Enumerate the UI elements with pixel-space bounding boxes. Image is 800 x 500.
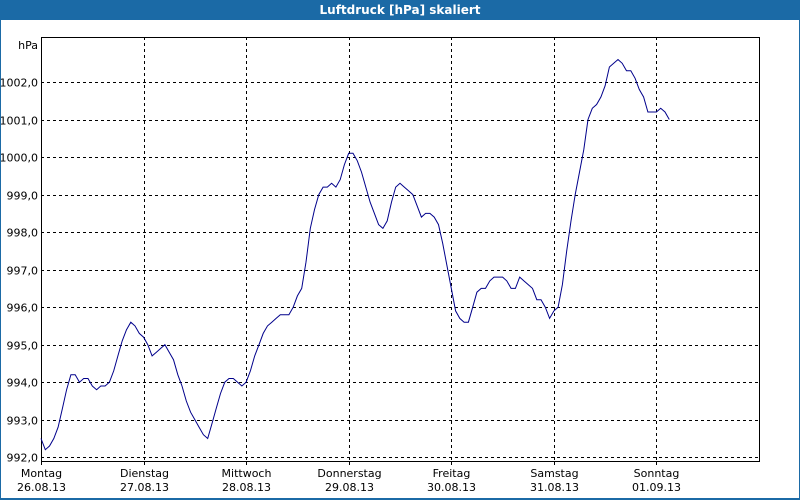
y-axis-ticks: 992,0 993,0 994,0 995,0 996,0 997,0 998,0 999,0… (1, 77, 38, 465)
x-tick-day: Freitag (433, 467, 471, 480)
y-tick-label: 1002,0 (1, 77, 38, 90)
x-tick-day: Samstag (530, 467, 578, 480)
x-tick-date: 29.08.13 (325, 481, 374, 494)
x-tick-date: 30.08.13 (427, 481, 476, 494)
chart-title: Luftdruck [hPa] skaliert (0, 0, 800, 20)
x-tick-day: Mittwoch (222, 467, 272, 480)
x-tick-day: Sonntag (634, 467, 680, 480)
grid-lines (41, 37, 759, 461)
series-group (40, 58, 670, 451)
plot-frame (41, 37, 760, 462)
y-tick-label: 999,0 (7, 190, 39, 203)
x-tick-day: Dienstag (120, 467, 169, 480)
x-tick-date: 28.08.13 (222, 481, 271, 494)
y-tick-label: 995,0 (7, 340, 39, 353)
chart-area: 992,0 993,0 994,0 995,0 996,0 997,0 998,0 999,0… (0, 20, 800, 500)
y-tick-label: 998,0 (7, 227, 39, 240)
x-tick-date: 01.09.13 (632, 481, 681, 494)
line-chart: 992,0 993,0 994,0 995,0 996,0 997,0 998,0 999,0… (1, 37, 760, 494)
y-axis-unit-label: hPa (18, 39, 38, 52)
y-tick-label: 994,0 (7, 377, 39, 390)
x-tick-day: Donnerstag (317, 467, 381, 480)
x-tick-date: 31.08.13 (530, 481, 579, 494)
x-tick-day: Montag (21, 467, 62, 480)
x-tick-date: 26.08.13 (17, 481, 66, 494)
y-tick-label: 993,0 (7, 415, 39, 428)
y-tick-label: 1001,0 (1, 115, 38, 128)
y-tick-label: 997,0 (7, 265, 39, 278)
y-tick-label: 992,0 (7, 452, 39, 465)
series-line (40, 58, 670, 451)
y-tick-label: 996,0 (7, 302, 39, 315)
x-tick-date: 27.08.13 (120, 481, 169, 494)
x-axis-ticks: Montag26.08.13 Dienstag27.08.13 Mittwoch28… (17, 461, 681, 494)
y-tick-label: 1000,0 (1, 152, 38, 165)
